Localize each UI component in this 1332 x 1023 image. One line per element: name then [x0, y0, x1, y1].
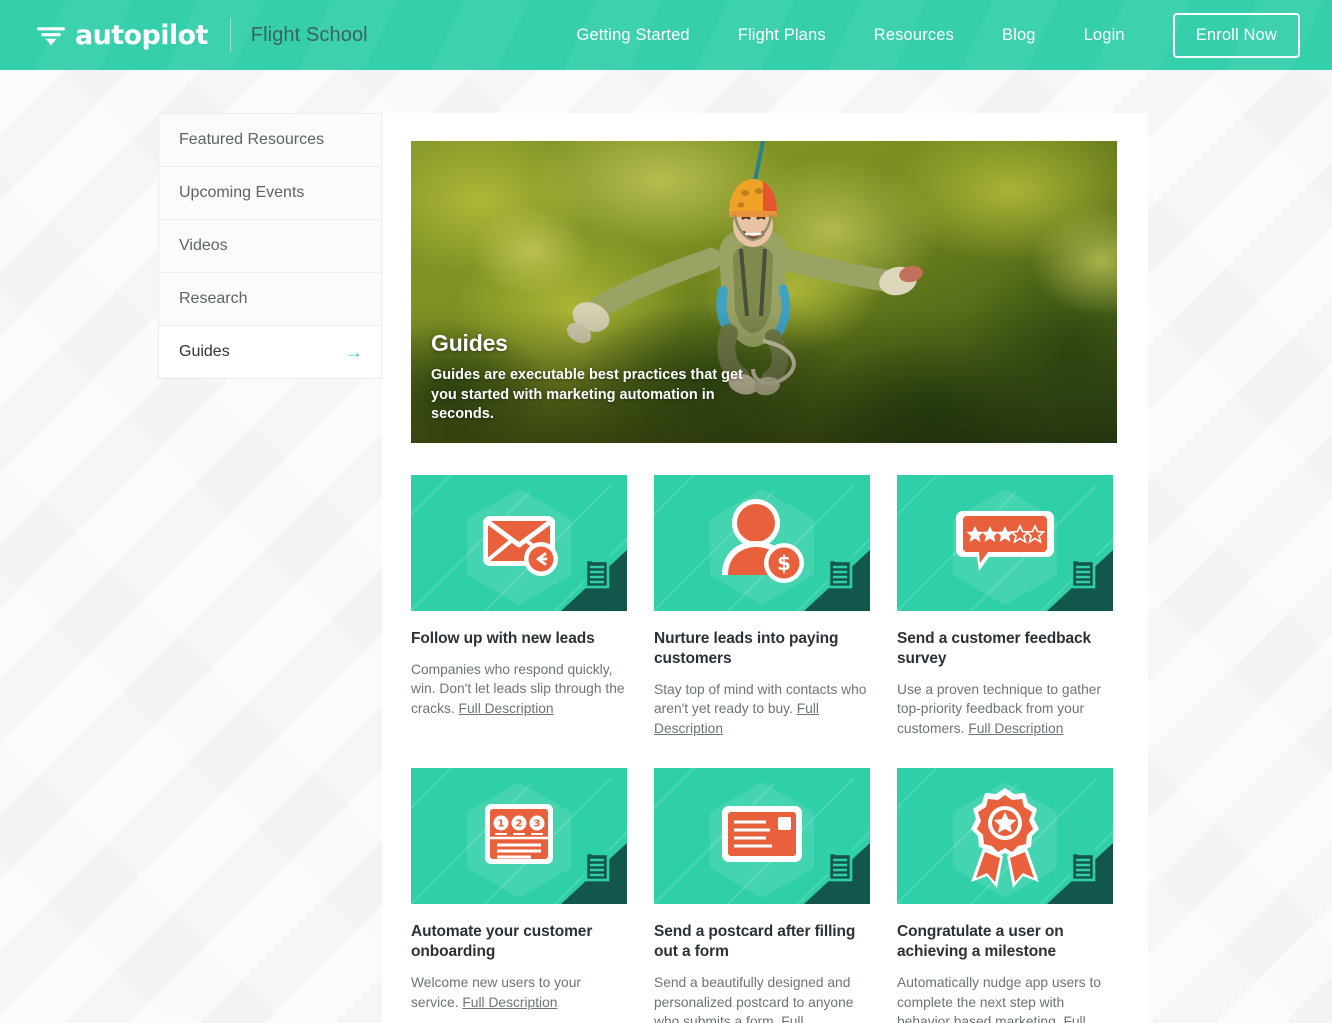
guide-card[interactable]: $ Nurture leads into paying customers St…	[654, 475, 870, 738]
sidebar-item-guides[interactable]: Guides →	[159, 326, 381, 379]
nav-link-getting-started[interactable]: Getting Started	[553, 26, 714, 45]
user-dollar-icon: $	[654, 475, 870, 611]
guide-card[interactable]: Follow up with new leads Companies who r…	[411, 475, 627, 738]
guide-card-title: Nurture leads into paying customers	[654, 630, 839, 667]
guide-card-description: Automatically nudge app users to complet…	[897, 973, 1113, 1023]
arrow-right-icon: →	[345, 342, 363, 362]
guide-thumbnail[interactable]: 1 2 3	[411, 768, 627, 905]
guide-card-description: Welcome new users to your service. Full …	[411, 973, 627, 1012]
content-panel: Guides Guides are executable best practi…	[382, 113, 1148, 1023]
guide-card[interactable]: Send a postcard after filling out a form…	[654, 768, 870, 1023]
hero-title: Guides	[431, 329, 508, 356]
sidebar-item-label: Videos	[179, 237, 228, 254]
full-description-link[interactable]: Full Description	[462, 995, 557, 1010]
guide-card-title: Send a postcard after filling out a form	[654, 923, 856, 961]
guide-card-description: Use a proven technique to gather top-pri…	[897, 680, 1113, 739]
page-body: Featured Resources Upcoming Events Video…	[0, 70, 1332, 1023]
sidebar-item-label: Featured Resources	[179, 131, 324, 148]
postcard-icon	[654, 768, 870, 905]
onboarding-steps-icon: 1 2 3	[411, 768, 627, 905]
nav-link-blog[interactable]: Blog	[978, 26, 1060, 45]
guide-card-title: Automate your customer onboarding	[411, 923, 593, 961]
sidebar-item-label: Guides	[179, 343, 230, 360]
resource-sidebar: Featured Resources Upcoming Events Video…	[158, 113, 382, 379]
full-description-link[interactable]: Full Description	[968, 721, 1063, 736]
hero-subtitle: Guides are executable best practices tha…	[431, 366, 743, 423]
brand-subtitle: Flight School	[250, 23, 368, 46]
guide-card-title: Follow up with new leads	[411, 630, 595, 647]
brand-logo[interactable]: autopilot	[36, 22, 208, 49]
guide-card-description: Send a beautifully designed and personal…	[654, 973, 870, 1023]
nav-link-login[interactable]: Login	[1060, 26, 1149, 45]
hero-banner[interactable]: Guides Guides are executable best practi…	[411, 141, 1117, 443]
site-header: autopilot Flight School Getting Started …	[0, 0, 1332, 70]
svg-text:$: $	[777, 551, 791, 575]
award-ribbon-icon	[897, 768, 1113, 905]
hero-text-block: Guides Guides are executable best practi…	[431, 330, 761, 425]
guide-card[interactable]: Send a customer feedback survey Use a pr…	[897, 475, 1113, 738]
nav-link-flight-plans[interactable]: Flight Plans	[714, 26, 850, 45]
sidebar-item-videos[interactable]: Videos	[159, 220, 381, 273]
sidebar-item-label: Upcoming Events	[179, 184, 305, 201]
svg-text:1: 1	[498, 819, 505, 830]
guide-thumbnail[interactable]	[411, 475, 627, 611]
email-reply-icon	[411, 475, 627, 611]
guide-card-desc-text: Stay top of mind with contacts who aren'…	[654, 681, 867, 717]
sidebar-item-label: Research	[179, 290, 248, 307]
guide-card-desc-text: Send a beautifully designed and personal…	[654, 975, 854, 1023]
full-description-link[interactable]: Full Description	[459, 701, 554, 716]
nav-link-resources[interactable]: Resources	[850, 26, 978, 45]
guides-grid: Follow up with new leads Companies who r…	[411, 475, 1115, 1023]
sidebar-item-upcoming-events[interactable]: Upcoming Events	[159, 167, 381, 220]
guide-thumbnail[interactable]	[654, 768, 870, 905]
star-rating-bubble-icon	[897, 475, 1113, 611]
brand-name: autopilot	[75, 19, 208, 51]
svg-text:2: 2	[516, 819, 523, 830]
guide-thumbnail[interactable]: $	[654, 475, 870, 611]
sidebar-item-research[interactable]: Research	[159, 273, 381, 326]
guide-thumbnail[interactable]	[897, 475, 1113, 611]
guide-card-description: Companies who respond quickly, win. Don'…	[411, 660, 627, 719]
guide-card[interactable]: 1 2 3 Automate your customer onboarding …	[411, 768, 627, 1023]
guide-card-title: Congratulate a user on achieving a miles…	[897, 923, 1064, 961]
brand-divider	[229, 18, 231, 52]
main-nav: Getting Started Flight Plans Resources B…	[553, 12, 1300, 58]
sidebar-item-featured-resources[interactable]: Featured Resources	[159, 114, 381, 167]
enroll-now-button[interactable]: Enroll Now	[1172, 12, 1300, 58]
guide-card-title: Send a customer feedback survey	[897, 630, 1092, 667]
guide-thumbnail[interactable]	[897, 768, 1113, 905]
guide-card-description: Stay top of mind with contacts who aren'…	[654, 680, 870, 739]
autopilot-funnel-icon	[37, 27, 65, 46]
svg-text:3: 3	[534, 819, 541, 830]
guide-card[interactable]: Congratulate a user on achieving a miles…	[897, 768, 1113, 1023]
